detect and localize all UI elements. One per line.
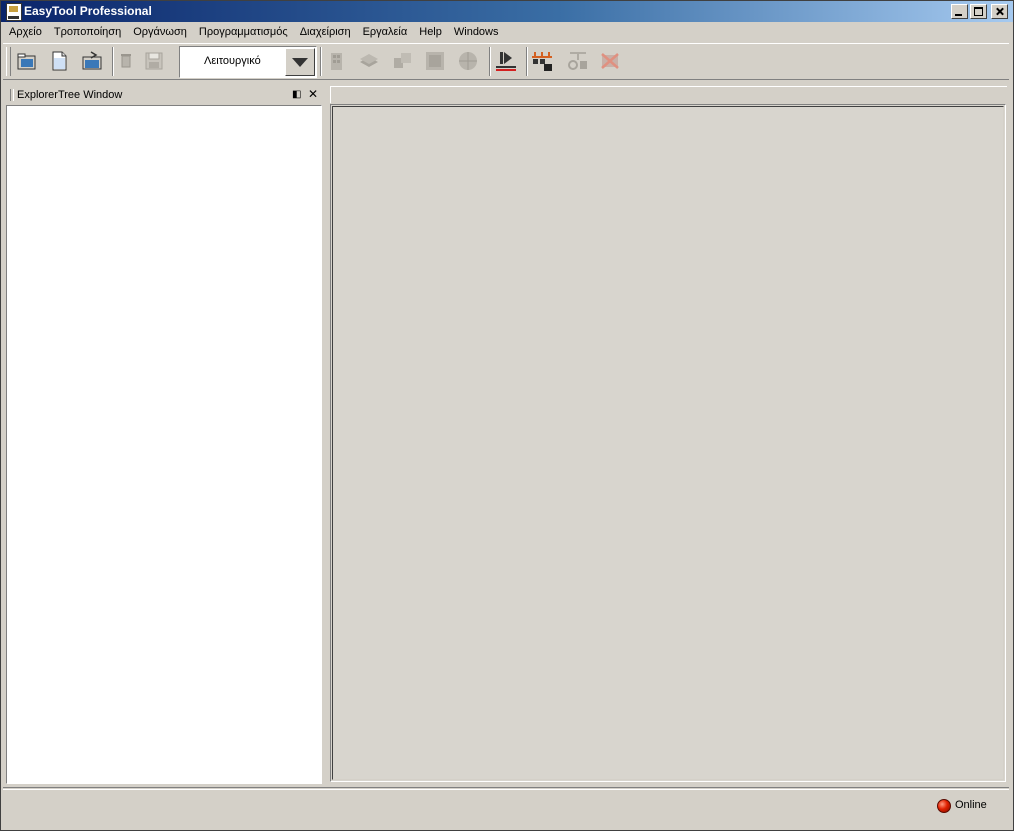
explorer-panel: ExplorerTree Window ◧ ✕ [6,86,322,784]
toolbar-separator [526,47,528,76]
toolbar: Λειτουργικό [3,43,1009,80]
toolbar-separator [320,47,322,76]
mode-select[interactable]: Λειτουργικό [179,46,317,78]
globe-icon [459,52,477,70]
building-button[interactable] [324,49,348,73]
layers-button[interactable] [357,49,381,73]
maximize-button[interactable] [970,4,987,19]
device-settings-button[interactable] [566,49,590,73]
explorer-tree[interactable] [6,105,322,784]
window-controls [951,4,1008,19]
layers-icon [360,54,378,67]
new-document-button[interactable] [47,49,71,73]
menu-organize[interactable]: Οργάνωση [127,22,193,42]
device-delete-button[interactable] [598,49,622,73]
window-title: EasyTool Professional [24,4,152,18]
app-icon[interactable] [6,3,22,21]
new-document-icon [52,51,67,71]
open-project-button[interactable] [80,49,104,73]
explorer-title: ExplorerTree Window [17,89,123,101]
device-network-button[interactable] [530,49,554,73]
building-icon [331,53,342,70]
toolbar-grip[interactable] [6,47,11,76]
device-network-icon [532,52,552,71]
connection-status-icon [937,799,951,813]
menu-file[interactable]: Αρχείο [0,22,48,42]
trash-icon [121,54,131,68]
connection-status-label: Online [955,799,987,811]
square-icon [426,52,444,70]
explorer-close-icon[interactable]: ✕ [308,88,318,100]
status-bar: Online [3,787,1009,828]
play-record-button[interactable] [494,49,518,73]
dock-pin-icon[interactable]: ◧ [292,89,302,100]
globe-button[interactable] [456,49,480,73]
device-delete-icon [601,53,619,69]
minimize-button[interactable] [951,4,968,19]
open-folder-icon [17,53,36,70]
panel-splitter[interactable] [324,86,328,784]
rooms-icon [394,53,411,68]
workspace-tab-strip [330,86,1007,103]
mode-select-value: Λειτουργικό [204,55,261,67]
workspace-area[interactable] [330,104,1006,782]
open-folder-button[interactable] [15,49,39,73]
toolbar-separator [489,47,491,76]
save-icon [145,52,163,70]
menu-help[interactable]: Help [413,22,448,42]
close-button[interactable] [991,4,1008,19]
area-button[interactable] [423,49,447,73]
rooms-button[interactable] [390,49,414,73]
workspace-inner [332,106,1004,780]
chevron-down-icon[interactable] [285,48,315,76]
menu-management[interactable]: Διαχείριση [294,22,357,42]
menu-bar: Αρχείο Τροποποίηση Οργάνωση Προγραμματισ… [0,22,1014,42]
play-record-icon [496,52,516,71]
explorer-header: ExplorerTree Window ◧ ✕ [6,86,322,104]
open-project-icon [82,51,102,70]
menu-programming[interactable]: Προγραμματισμός [193,22,294,42]
title-bar[interactable]: EasyTool Professional [0,0,1014,22]
menu-windows[interactable]: Windows [448,22,505,42]
menu-edit[interactable]: Τροποποίηση [48,22,127,42]
delete-button[interactable] [114,49,138,73]
explorer-drag-handle[interactable] [10,89,14,101]
device-settings-icon [568,52,587,70]
save-button[interactable] [142,49,166,73]
menu-tools[interactable]: Εργαλεία [357,22,414,42]
status-bar-inner: Online [3,789,1009,828]
